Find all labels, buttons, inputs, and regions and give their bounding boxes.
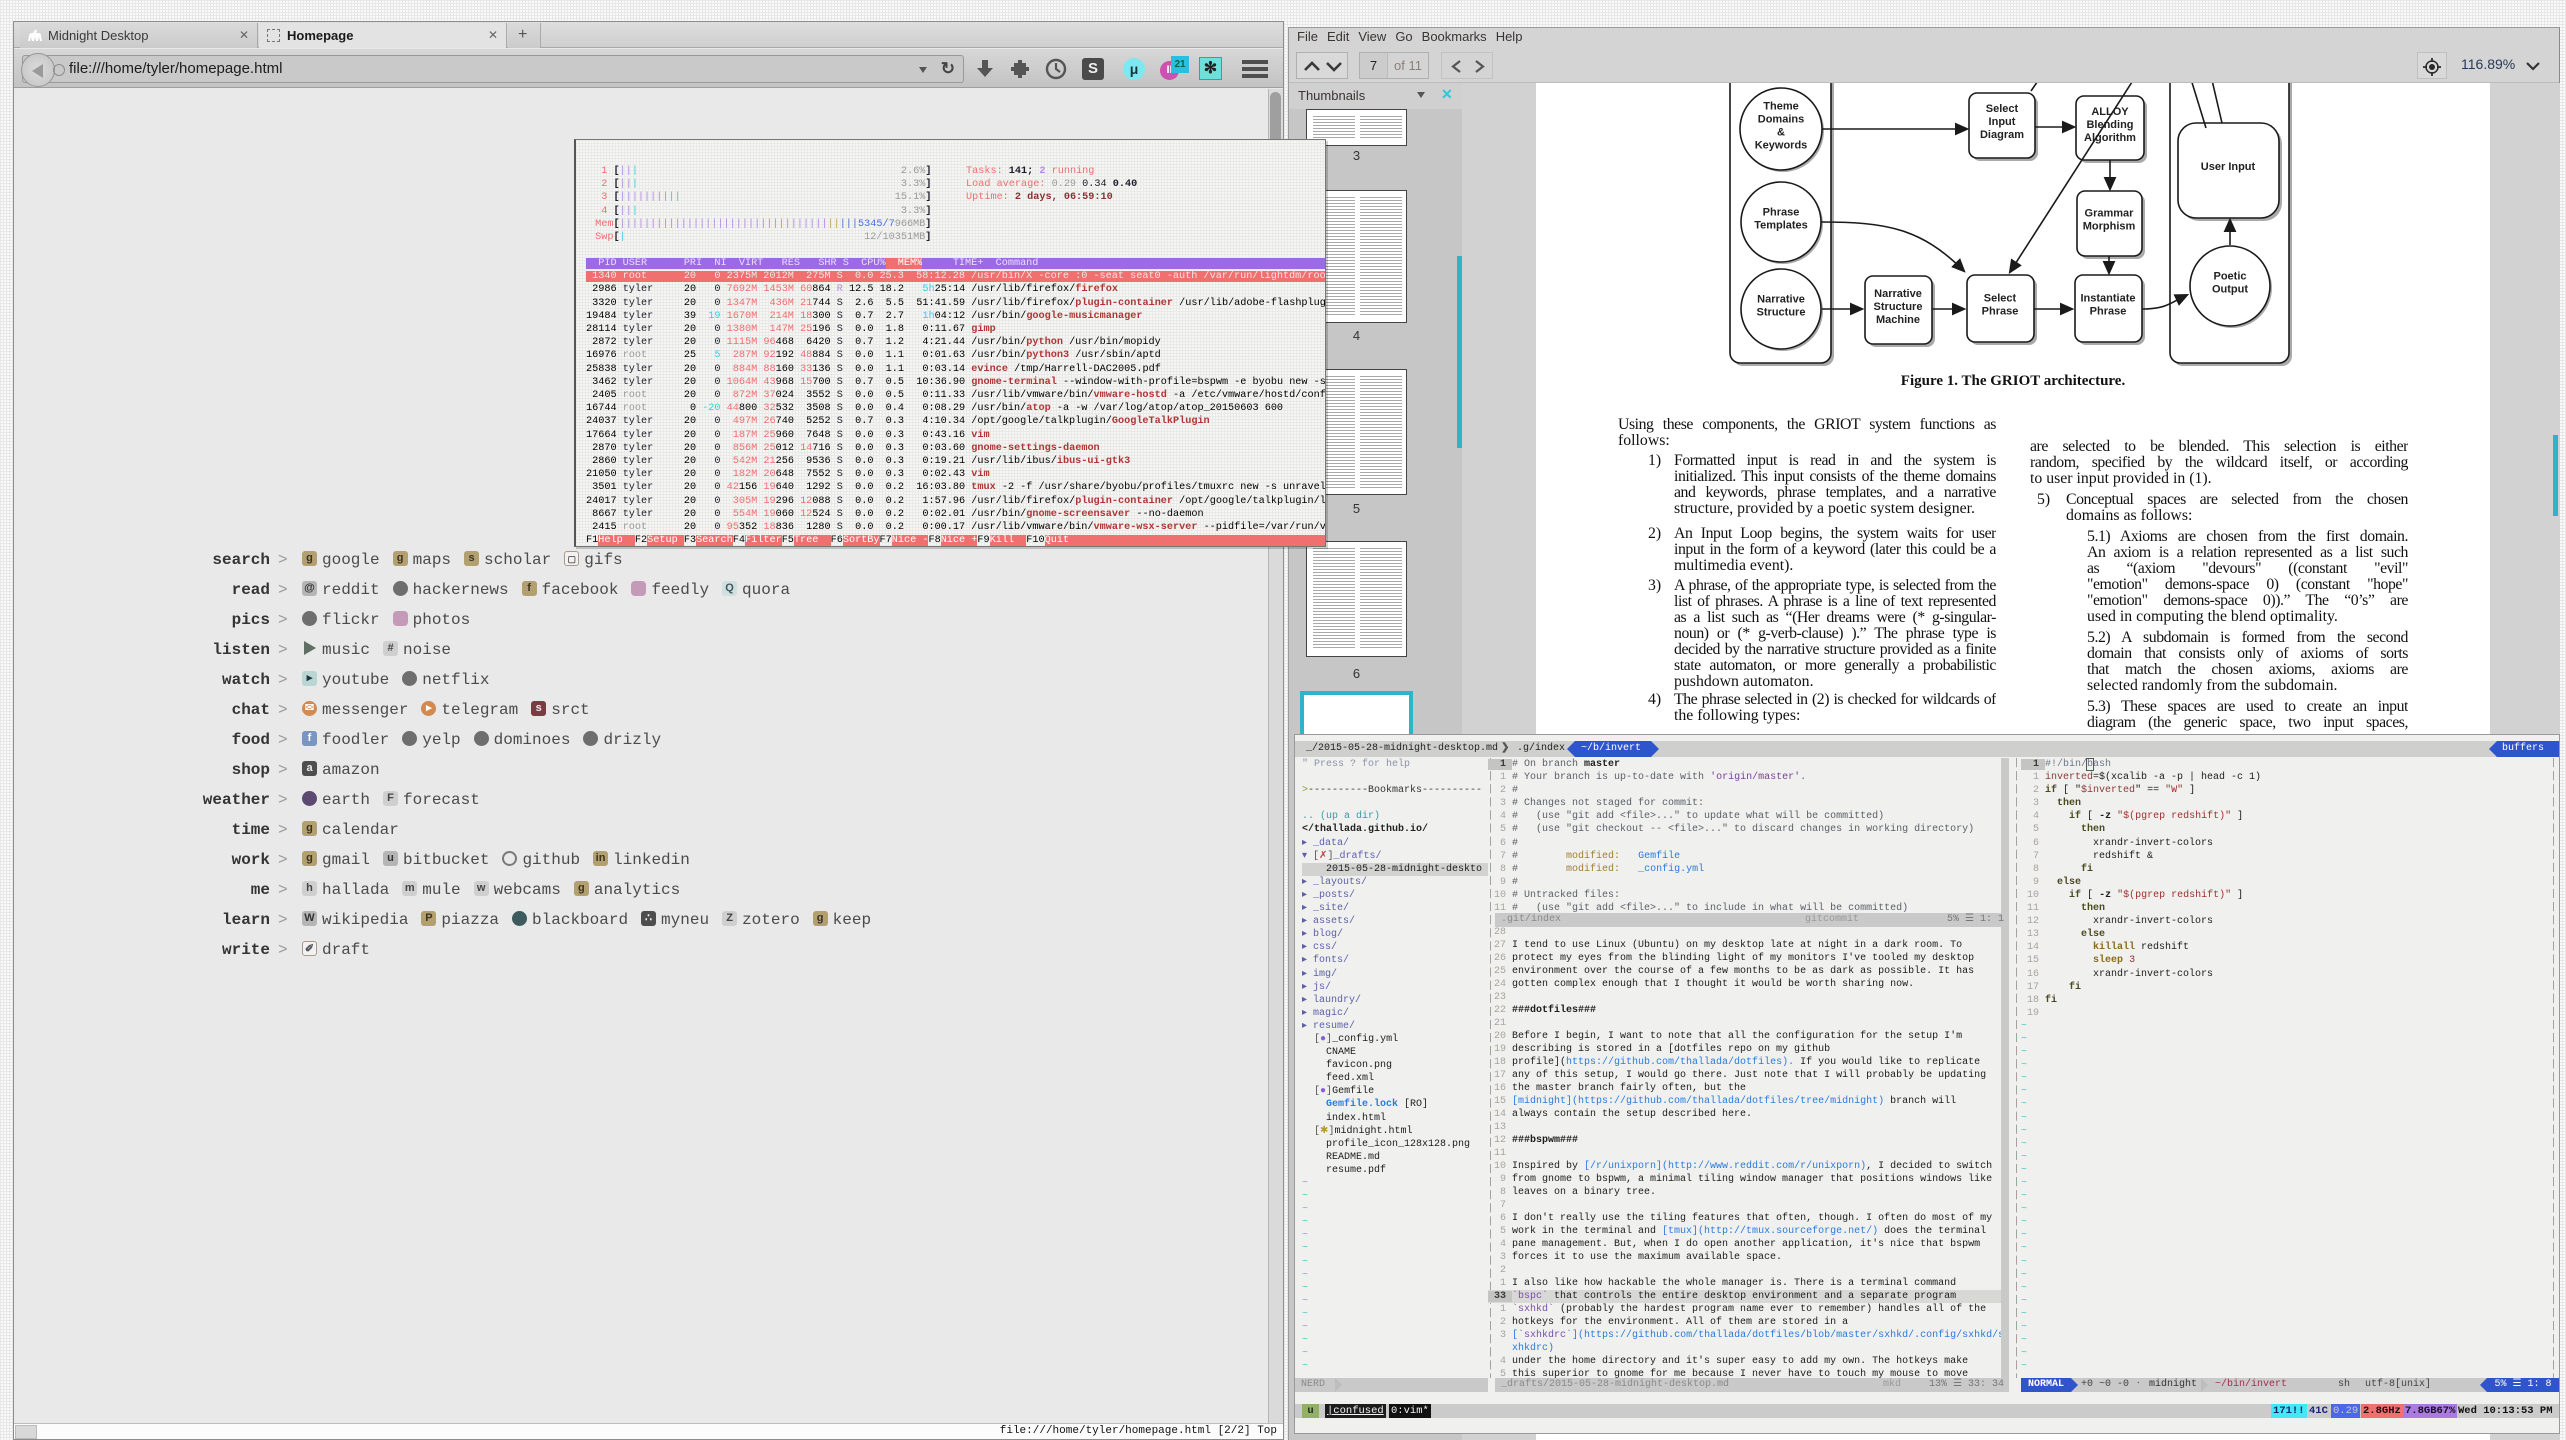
svg-text:Keywords: Keywords: [1755, 140, 1808, 152]
svg-text:Blending: Blending: [2086, 119, 2133, 131]
svg-text:Input: Input: [1989, 116, 2016, 128]
svg-text:Poetic: Poetic: [2213, 271, 2246, 283]
svg-text:Theme: Theme: [1763, 101, 1798, 113]
svg-text:Narrative: Narrative: [1874, 288, 1922, 300]
svg-text:Domains: Domains: [1758, 114, 1804, 126]
svg-text:Structure: Structure: [1757, 307, 1806, 319]
svg-text:Morphism: Morphism: [2083, 221, 2136, 233]
svg-text:Select: Select: [1986, 103, 2019, 115]
svg-text:Diagram: Diagram: [1980, 129, 2024, 141]
svg-text:Machine: Machine: [1876, 314, 1920, 326]
svg-text:Instantiate: Instantiate: [2080, 293, 2135, 305]
svg-text:Phrase: Phrase: [2090, 306, 2127, 318]
svg-text:Algorithm: Algorithm: [2084, 132, 2136, 144]
svg-text:Grammar: Grammar: [2085, 208, 2135, 220]
svg-text:Narrative: Narrative: [1757, 294, 1805, 306]
svg-text:Select: Select: [1984, 293, 2017, 305]
svg-text:Structure: Structure: [1874, 301, 1923, 313]
svg-text:Phrase: Phrase: [1763, 207, 1800, 219]
svg-text:Templates: Templates: [1754, 220, 1808, 232]
svg-text:Output: Output: [2212, 284, 2248, 296]
svg-text:User Input: User Input: [2201, 161, 2256, 173]
svg-text:&: &: [1777, 127, 1785, 139]
svg-text:Phrase: Phrase: [1982, 306, 2019, 318]
